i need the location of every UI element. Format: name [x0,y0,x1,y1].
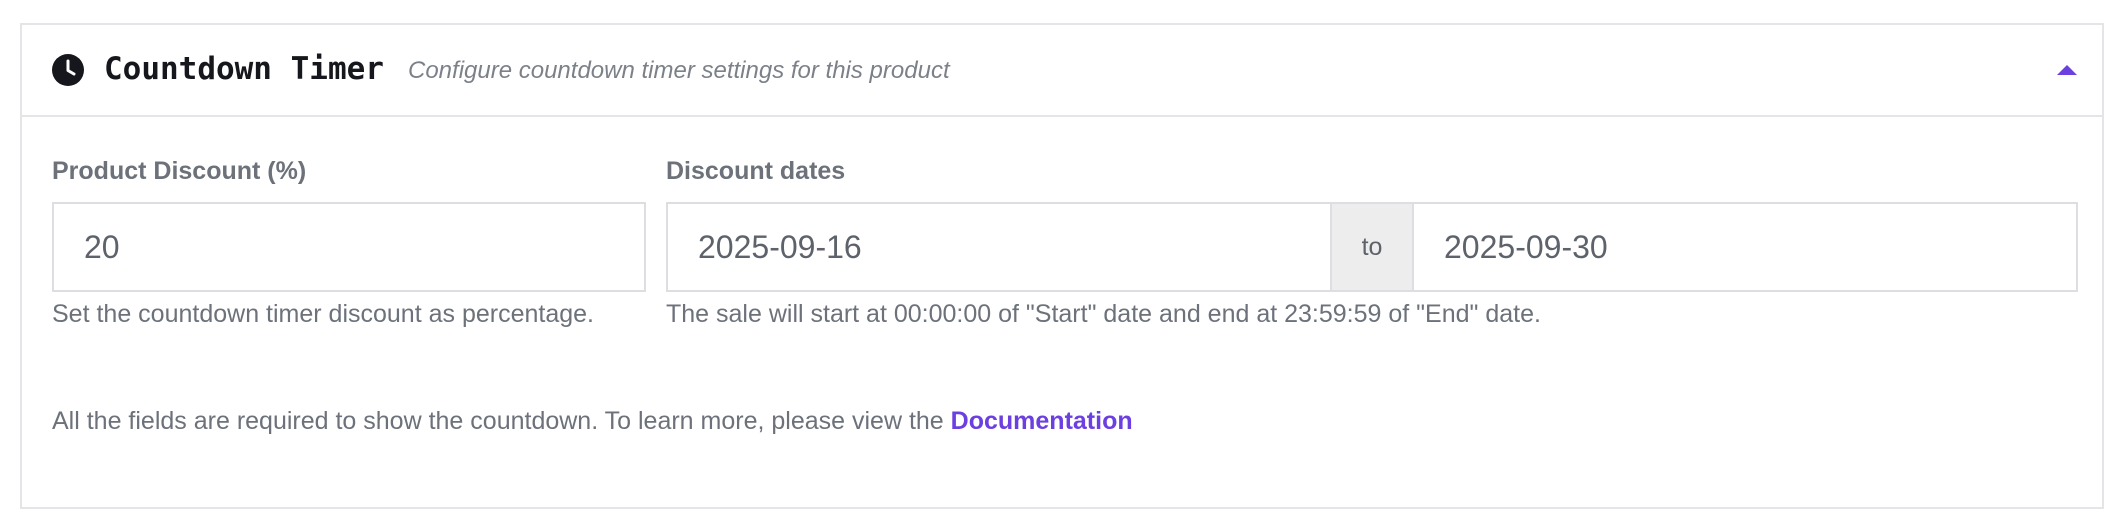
required-fields-note: All the fields are required to show the … [52,405,1133,437]
date-range-separator: to [1332,202,1412,292]
end-date-input[interactable] [1412,202,2078,292]
start-date-input[interactable] [666,202,1332,292]
documentation-link[interactable]: Documentation [951,407,1133,435]
panel-title: Countdown Timer [104,51,384,87]
required-fields-text: All the fields are required to show the … [52,407,951,435]
discount-dates-label: Discount dates [666,157,846,185]
panel-header[interactable]: Countdown Timer Configure countdown time… [22,25,2102,117]
discount-dates-help: The sale will start at 00:00:00 of "Star… [666,300,1541,328]
discount-help: Set the countdown timer discount as perc… [52,300,594,328]
countdown-timer-panel: Countdown Timer Configure countdown time… [20,23,2104,509]
discount-label: Product Discount (%) [52,157,307,185]
panel-subtitle: Configure countdown timer settings for t… [408,57,950,84]
discount-input[interactable] [52,202,646,292]
chevron-up-icon[interactable] [2050,53,2084,87]
clock-icon [52,54,84,86]
